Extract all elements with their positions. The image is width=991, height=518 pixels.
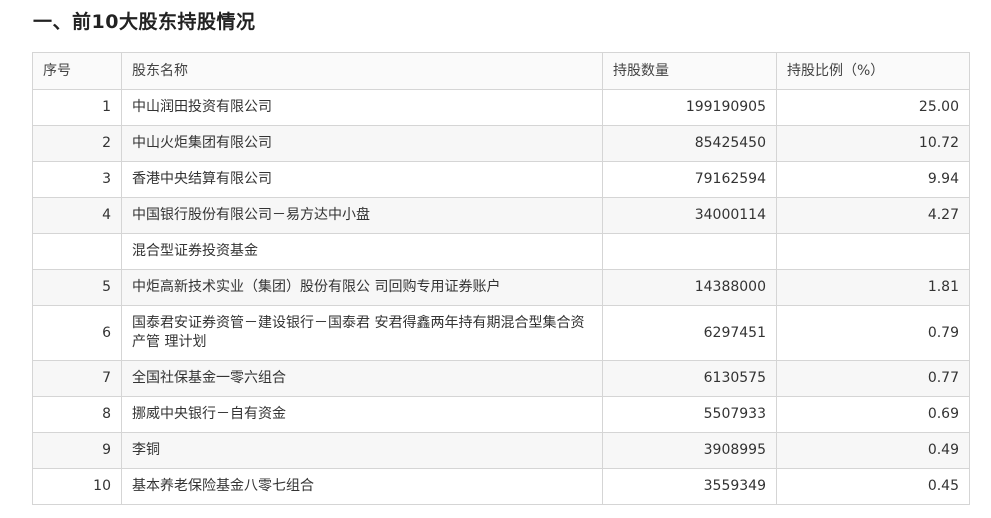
row-holder-name: 国泰君安证券资管－建设银行－国泰君 安君得鑫两年持有期混合型集合资产管 理计划 — [121, 305, 603, 361]
row-ratio: 0.77 — [776, 360, 970, 397]
header-ratio: 持股比例（%） — [776, 52, 970, 90]
table-header-row: 序号 股东名称 持股数量 持股比例（%） — [32, 52, 970, 90]
row-rank: 9 — [32, 432, 122, 469]
row-ratio: 1.81 — [776, 269, 970, 306]
row-shares: 79162594 — [602, 161, 777, 198]
table-row: 9 李铜 3908995 0.49 — [32, 432, 970, 469]
table-row: 2 中山火炬集团有限公司 85425450 10.72 — [32, 125, 970, 162]
row-rank: 10 — [32, 468, 122, 505]
row-shares: 199190905 — [602, 89, 777, 126]
row-rank: 7 — [32, 360, 122, 397]
row-rank: 6 — [32, 305, 122, 361]
row-holder-name: 全国社保基金一零六组合 — [121, 360, 603, 397]
row-shares: 34000114 — [602, 197, 777, 234]
table-row: 混合型证券投资基金 — [32, 233, 970, 270]
table-row: 8 挪威中央银行－自有资金 5507933 0.69 — [32, 396, 970, 433]
header-holder-name: 股东名称 — [121, 52, 603, 90]
row-shares: 3559349 — [602, 468, 777, 505]
row-ratio: 0.79 — [776, 305, 970, 361]
row-holder-name: 中山润田投资有限公司 — [121, 89, 603, 126]
row-shares — [602, 233, 777, 270]
row-rank: 2 — [32, 125, 122, 162]
table-row: 7 全国社保基金一零六组合 6130575 0.77 — [32, 360, 970, 397]
row-shares: 85425450 — [602, 125, 777, 162]
row-ratio: 9.94 — [776, 161, 970, 198]
row-rank — [32, 233, 122, 270]
row-shares: 14388000 — [602, 269, 777, 306]
row-holder-name: 中国银行股份有限公司－易方达中小盘 — [121, 197, 603, 234]
row-rank: 1 — [32, 89, 122, 126]
section-title: 一、前10大股东持股情况 — [33, 11, 256, 33]
row-holder-name: 挪威中央银行－自有资金 — [121, 396, 603, 433]
row-holder-name: 李铜 — [121, 432, 603, 469]
table-row: 10 基本养老保险基金八零七组合 3559349 0.45 — [32, 468, 970, 505]
row-holder-name: 中炬高新技术实业（集团）股份有限公 司回购专用证券账户 — [121, 269, 603, 306]
table-row: 3 香港中央结算有限公司 79162594 9.94 — [32, 161, 970, 198]
row-shares: 6297451 — [602, 305, 777, 361]
row-rank: 4 — [32, 197, 122, 234]
row-ratio: 10.72 — [776, 125, 970, 162]
row-holder-name: 混合型证券投资基金 — [121, 233, 603, 270]
row-shares: 5507933 — [602, 396, 777, 433]
row-ratio: 25.00 — [776, 89, 970, 126]
table-row: 4 中国银行股份有限公司－易方达中小盘 34000114 4.27 — [32, 197, 970, 234]
row-ratio: 0.45 — [776, 468, 970, 505]
row-holder-name: 基本养老保险基金八零七组合 — [121, 468, 603, 505]
row-ratio: 0.49 — [776, 432, 970, 469]
row-holder-name: 香港中央结算有限公司 — [121, 161, 603, 198]
row-ratio: 0.69 — [776, 396, 970, 433]
row-shares: 3908995 — [602, 432, 777, 469]
header-shares: 持股数量 — [602, 52, 777, 90]
header-rank: 序号 — [32, 52, 122, 90]
row-ratio: 4.27 — [776, 197, 970, 234]
table-row: 6 国泰君安证券资管－建设银行－国泰君 安君得鑫两年持有期混合型集合资产管 理计… — [32, 305, 970, 361]
table-row: 1 中山润田投资有限公司 199190905 25.00 — [32, 89, 970, 126]
row-shares: 6130575 — [602, 360, 777, 397]
table-row: 5 中炬高新技术实业（集团）股份有限公 司回购专用证券账户 14388000 1… — [32, 269, 970, 306]
row-rank: 8 — [32, 396, 122, 433]
row-ratio — [776, 233, 970, 270]
row-holder-name: 中山火炬集团有限公司 — [121, 125, 603, 162]
row-rank: 5 — [32, 269, 122, 306]
top-10-shareholders-table: 序号 股东名称 持股数量 持股比例（%） 1 中山润田投资有限公司 199190… — [32, 52, 970, 505]
row-rank: 3 — [32, 161, 122, 198]
